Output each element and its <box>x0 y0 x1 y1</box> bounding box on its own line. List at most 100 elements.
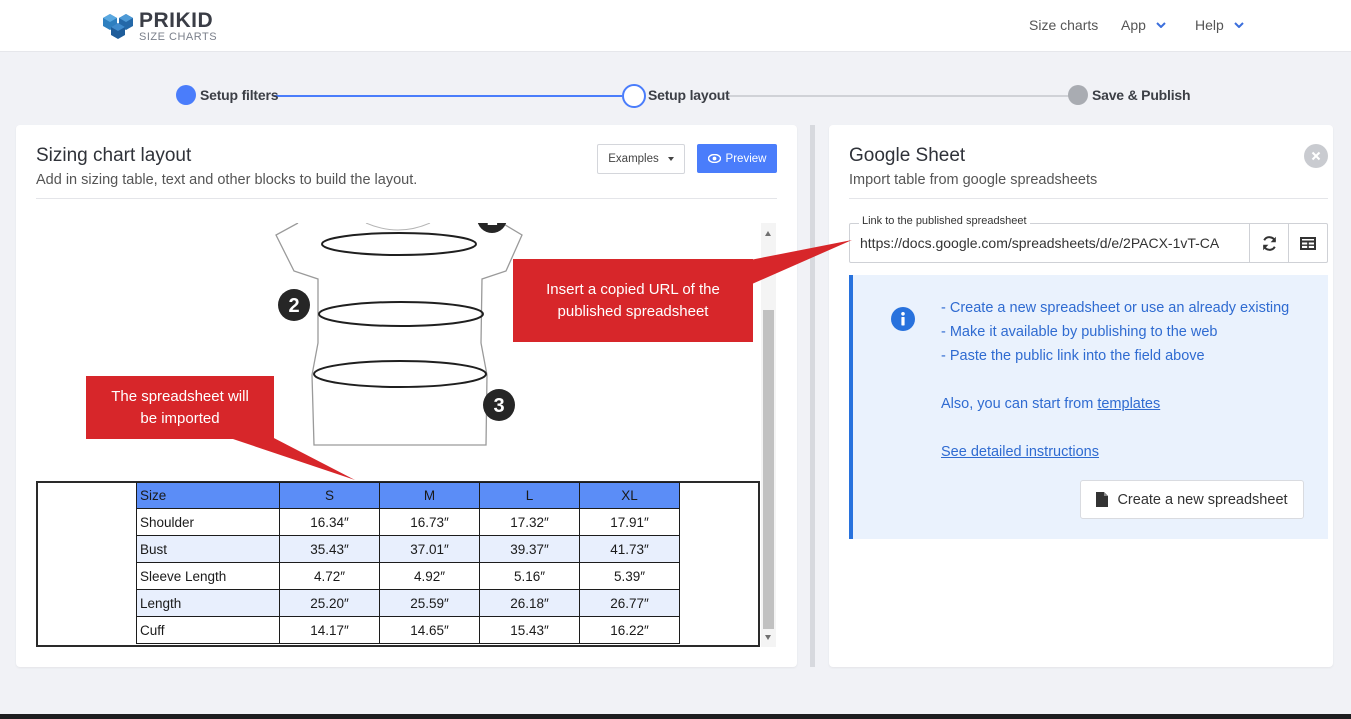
chevron-down-icon <box>1234 22 1244 28</box>
progress-stepper: Setup filters Setup layout Save & Publis… <box>0 80 1351 112</box>
create-spreadsheet-button[interactable]: Create a new spreadsheet <box>1080 480 1304 519</box>
step-label-setup-layout[interactable]: Setup layout <box>648 87 730 103</box>
header-cell: L <box>479 482 580 509</box>
size-table-header-row: Size S M L XL <box>136 482 680 509</box>
examples-label: Examples <box>608 153 659 165</box>
eye-icon <box>707 154 721 163</box>
step-label-save-publish[interactable]: Save & Publish <box>1092 87 1191 103</box>
table-row: Sleeve Length 4.72″ 4.92″ 5.16″ 5.39″ <box>136 562 680 590</box>
table-cell: 17.91″ <box>579 508 680 536</box>
row-label: Cuff <box>136 616 280 644</box>
table-cell: 5.39″ <box>579 562 680 590</box>
table-cell: 17.32″ <box>479 508 580 536</box>
table-row: Bust 35.43″ 37.01″ 39.37″ 41.73″ <box>136 535 680 563</box>
table-cell: 35.43″ <box>279 535 380 563</box>
table-cell: 39.37″ <box>479 535 580 563</box>
step-label-setup-filters[interactable]: Setup filters <box>200 87 279 103</box>
row-label: Bust <box>136 535 280 563</box>
panel-resize-divider[interactable] <box>810 125 815 667</box>
table-cell: 14.17″ <box>279 616 380 644</box>
nav-help[interactable]: Help <box>1195 17 1244 33</box>
chevron-down-icon <box>1156 22 1166 28</box>
table-cell: 25.20″ <box>279 589 380 617</box>
card-divider <box>849 198 1328 199</box>
detailed-instructions-link[interactable]: See detailed instructions <box>941 444 1099 460</box>
table-cell: 26.77″ <box>579 589 680 617</box>
templates-line: Also, you can start from templates <box>941 392 1321 416</box>
bottom-edge-bar <box>0 714 1351 719</box>
table-cell: 4.92″ <box>379 562 480 590</box>
marker-3: 3 <box>493 395 504 417</box>
preview-button[interactable]: Preview <box>697 144 777 173</box>
import-table-button[interactable] <box>1288 223 1328 263</box>
instruction-line: - Create a new spreadsheet or use an alr… <box>941 300 1290 316</box>
table-cell: 16.22″ <box>579 616 680 644</box>
header-cell: Size <box>136 482 280 509</box>
examples-dropdown[interactable]: Examples <box>597 144 685 174</box>
row-label: Length <box>136 589 280 617</box>
spreadsheet-url-input[interactable] <box>849 223 1250 263</box>
step-dot-save-publish[interactable] <box>1068 85 1088 105</box>
close-button[interactable] <box>1304 144 1328 168</box>
table-cell: 14.65″ <box>379 616 480 644</box>
preview-scrollbar[interactable] <box>761 223 776 647</box>
instruction-line: - Make it available by publishing to the… <box>941 324 1218 340</box>
nav-size-charts[interactable]: Size charts <box>1029 17 1098 33</box>
table-cell: 37.01″ <box>379 535 480 563</box>
step-dot-setup-layout[interactable] <box>622 84 646 108</box>
size-table: Size S M L XL Shoulder 16.34″ 16.73″ 17.… <box>136 482 680 644</box>
marker-2: 2 <box>288 295 299 317</box>
instructions-info-box: - Create a new spreadsheet or use an alr… <box>849 275 1328 539</box>
step-dot-setup-filters[interactable] <box>176 85 196 105</box>
table-cell: 41.73″ <box>579 535 680 563</box>
nav-help-label: Help <box>1195 17 1224 33</box>
scroll-thumb[interactable] <box>763 310 774 629</box>
card-subtitle: Add in sizing table, text and other bloc… <box>36 172 418 188</box>
marker-1: 1 <box>486 223 497 230</box>
row-label: Shoulder <box>136 508 280 536</box>
nav-app[interactable]: App <box>1121 17 1166 33</box>
templates-prefix: Also, you can start from <box>941 396 1098 412</box>
header-cell: XL <box>579 482 680 509</box>
header-cell: S <box>279 482 380 509</box>
nav-app-label: App <box>1121 17 1146 33</box>
create-spreadsheet-label: Create a new spreadsheet <box>1117 491 1288 508</box>
caret-down-icon <box>667 157 674 161</box>
table-cell: 15.43″ <box>479 616 580 644</box>
table-cell: 4.72″ <box>279 562 380 590</box>
callout-spreadsheet-imported: The spreadsheet will be imported <box>86 376 274 439</box>
google-sheet-card: Google Sheet Import table from google sp… <box>829 125 1333 667</box>
templates-link[interactable]: templates <box>1097 396 1160 412</box>
close-icon <box>1311 151 1321 161</box>
scroll-up-arrow-icon[interactable] <box>765 231 771 236</box>
table-cell: 25.59″ <box>379 589 480 617</box>
scroll-down-arrow-icon[interactable] <box>765 635 771 640</box>
card-divider <box>36 198 777 199</box>
preview-label: Preview <box>725 152 767 165</box>
table-cell: 5.16″ <box>479 562 580 590</box>
info-icon <box>891 307 915 331</box>
spreadsheet-link-field: Link to the published spreadsheet <box>849 215 1328 263</box>
instruction-line: - Paste the public link into the field a… <box>941 348 1205 364</box>
header-cell: M <box>379 482 480 509</box>
step-connector-done <box>274 95 622 97</box>
table-row: Shoulder 16.34″ 16.73″ 17.32″ 17.91″ <box>136 508 680 536</box>
card-subtitle: Import table from google spreadsheets <box>849 172 1098 188</box>
size-table-block[interactable]: Size S M L XL Shoulder 16.34″ 16.73″ 17.… <box>36 481 760 647</box>
refresh-icon <box>1262 235 1276 251</box>
step-connector-pending <box>726 95 1070 97</box>
card-title: Google Sheet <box>849 145 966 166</box>
top-header: PRIKID SIZE CHARTS Size charts App Help <box>0 0 1351 52</box>
table-cell: 26.18″ <box>479 589 580 617</box>
refresh-button[interactable] <box>1249 223 1289 263</box>
table-row: Cuff 14.17″ 14.65″ 15.43″ 16.22″ <box>136 616 680 644</box>
callout-imported-text: The spreadsheet will be imported <box>111 387 249 427</box>
callout-url-text: Insert a copied URL of the published spr… <box>546 280 720 320</box>
callout-insert-url: Insert a copied URL of the published spr… <box>513 259 753 342</box>
table-cell: 16.34″ <box>279 508 380 536</box>
table-cell: 16.73″ <box>379 508 480 536</box>
table-row: Length 25.20″ 25.59″ 26.18″ 26.77″ <box>136 589 680 617</box>
document-icon <box>1096 492 1109 507</box>
